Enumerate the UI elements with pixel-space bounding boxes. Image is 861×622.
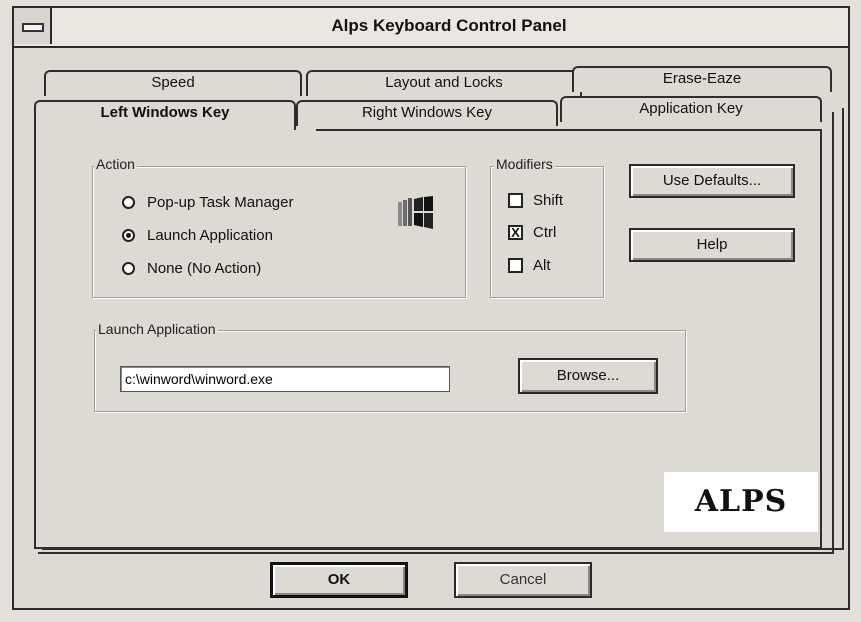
tab-left-windows-key-label: Left Windows Key [100,104,230,121]
radio-popup-task-manager[interactable]: Pop-up Task Manager [122,194,293,211]
radio-button-selected[interactable] [122,229,135,242]
tab-speed-label: Speed [151,74,195,91]
tab-layout-and-locks[interactable]: Layout and Locks [306,70,582,96]
tab-application-key-label: Application Key [639,100,743,117]
checkbox-box-checked[interactable]: X [508,225,523,240]
use-defaults-button[interactable]: Use Defaults... [629,164,795,198]
tab-right-windows-key[interactable]: Right Windows Key [296,100,558,126]
alps-logo: ALPS [664,472,818,532]
alps-keyboard-window: Alps Keyboard Control Panel Speed Layout… [12,6,850,610]
radio-none-no-action[interactable]: None (No Action) [122,260,261,277]
checkbox-ctrl[interactable]: X Ctrl [508,224,556,241]
checkbox-shift[interactable]: Shift [508,192,563,209]
browse-button[interactable]: Browse... [518,358,658,394]
tab-erase-eaze[interactable]: Erase-Eaze [572,66,832,92]
tab-speed[interactable]: Speed [44,70,302,96]
radio-button[interactable] [122,196,135,209]
radio-launch-application-label: Launch Application [147,227,273,244]
system-menu-icon [22,23,44,32]
checkbox-box[interactable] [508,258,523,273]
tab-application-key[interactable]: Application Key [560,96,822,122]
page-top-border [316,129,820,131]
action-legend: Action [94,156,137,172]
tab-right-windows-key-label: Right Windows Key [361,104,493,121]
tab-erase-eaze-label: Erase-Eaze [662,70,742,87]
launch-application-legend: Launch Application [96,321,218,337]
tab-left-windows-key[interactable]: Left Windows Key [34,100,296,130]
radio-popup-task-manager-label: Pop-up Task Manager [147,194,294,211]
radio-none-no-action-label: None (No Action) [147,260,262,277]
checkbox-box[interactable] [508,193,523,208]
windows-key-icon [398,196,433,229]
cancel-button[interactable]: Cancel [454,562,592,598]
radio-button[interactable] [122,262,135,275]
tab-layout-and-locks-label: Layout and Locks [385,74,503,91]
checkbox-shift-label: Shift [533,192,564,209]
checkbox-alt[interactable]: Alt [508,257,551,274]
window-title: Alps Keyboard Control Panel [331,16,567,35]
checkbox-ctrl-label: Ctrl [533,224,557,241]
application-path-input[interactable] [120,366,450,392]
system-menu-button[interactable] [14,8,52,44]
ok-button[interactable]: OK [270,562,408,598]
title-bar[interactable]: Alps Keyboard Control Panel [14,8,848,48]
modifiers-legend: Modifiers [494,156,555,172]
checkbox-alt-label: Alt [533,257,551,274]
help-button[interactable]: Help [629,228,795,262]
radio-launch-application[interactable]: Launch Application [122,227,273,244]
